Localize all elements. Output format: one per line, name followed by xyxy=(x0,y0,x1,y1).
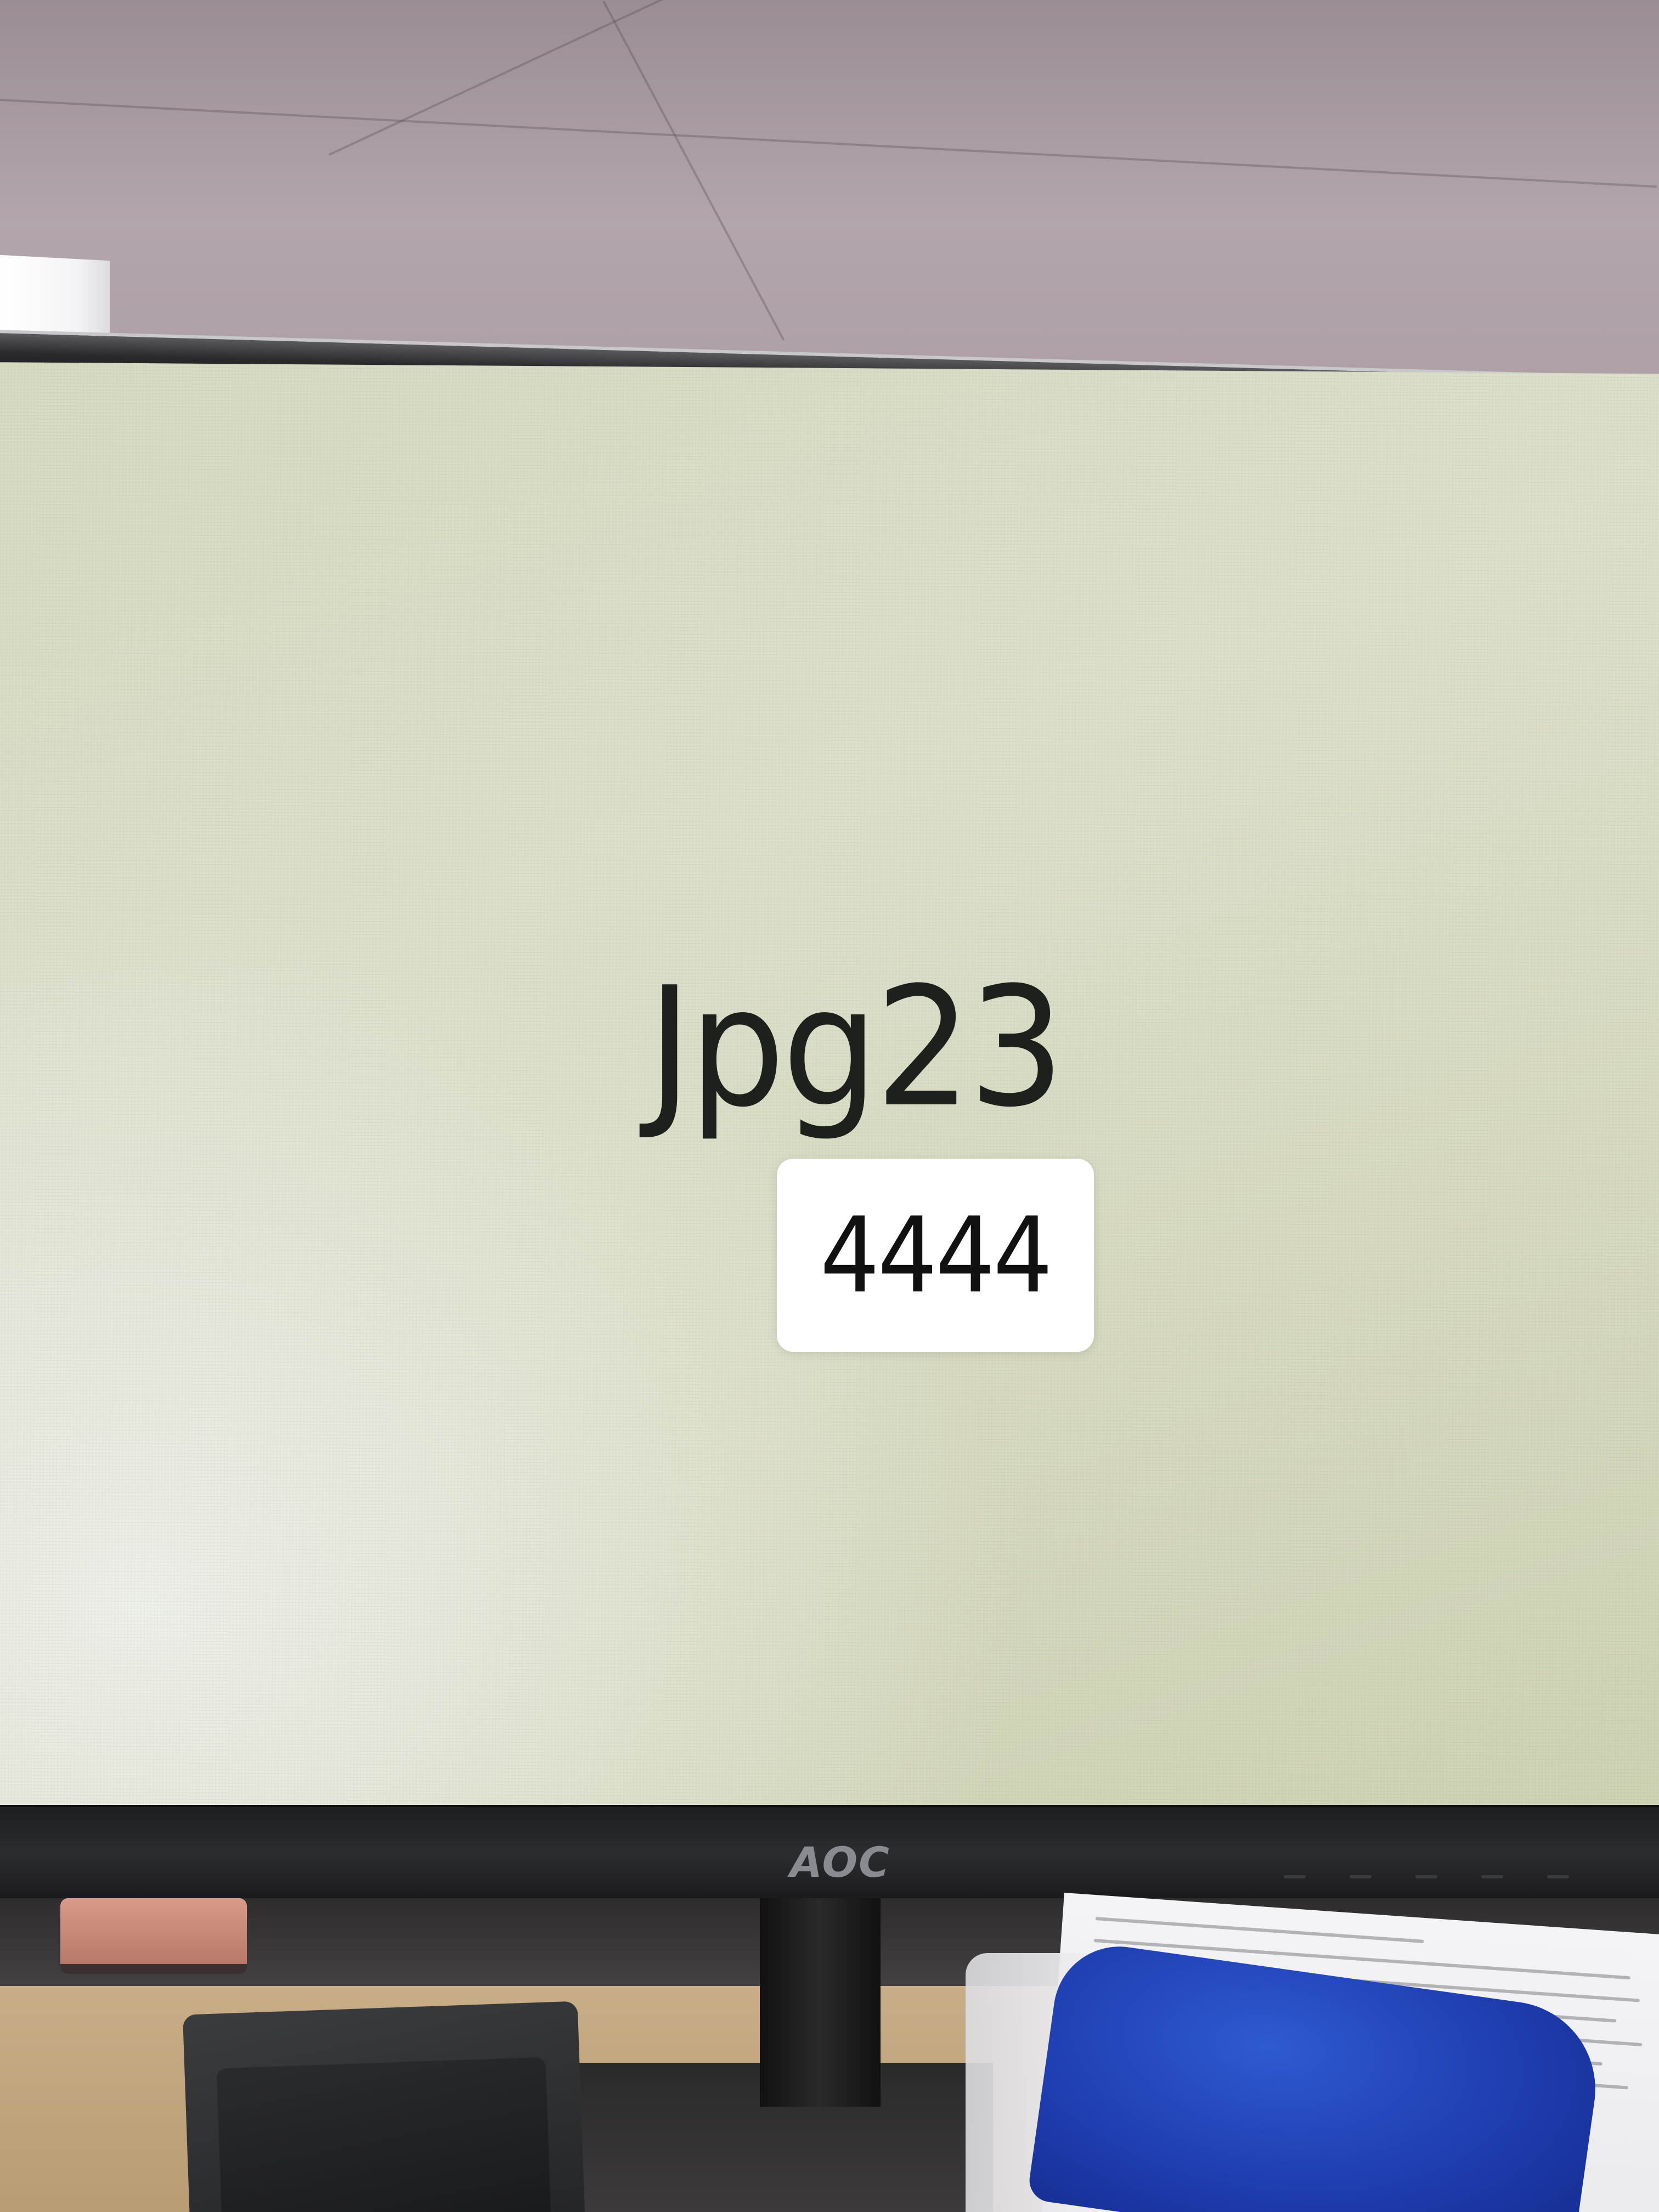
photo-scene: Jpg23 4444 AOC xyxy=(0,0,1659,2212)
pink-object xyxy=(60,1898,247,1974)
monitor-button[interactable] xyxy=(1481,1875,1503,1878)
code-box: 4444 xyxy=(777,1159,1094,1352)
paper-text-line xyxy=(1095,1917,1424,1943)
power-bank-face xyxy=(216,2057,552,2212)
ceiling-light xyxy=(0,255,110,338)
monitor-button[interactable] xyxy=(1415,1875,1437,1878)
monitor-stand xyxy=(760,1898,881,2107)
monitor-button[interactable] xyxy=(1350,1875,1372,1878)
monitor-button[interactable] xyxy=(1547,1875,1569,1878)
monitor-button[interactable] xyxy=(1284,1875,1306,1878)
code-value: 4444 xyxy=(820,1194,1053,1316)
brand-logo: AOC xyxy=(790,1838,890,1887)
screen-title: Jpg23 xyxy=(647,952,1065,1143)
